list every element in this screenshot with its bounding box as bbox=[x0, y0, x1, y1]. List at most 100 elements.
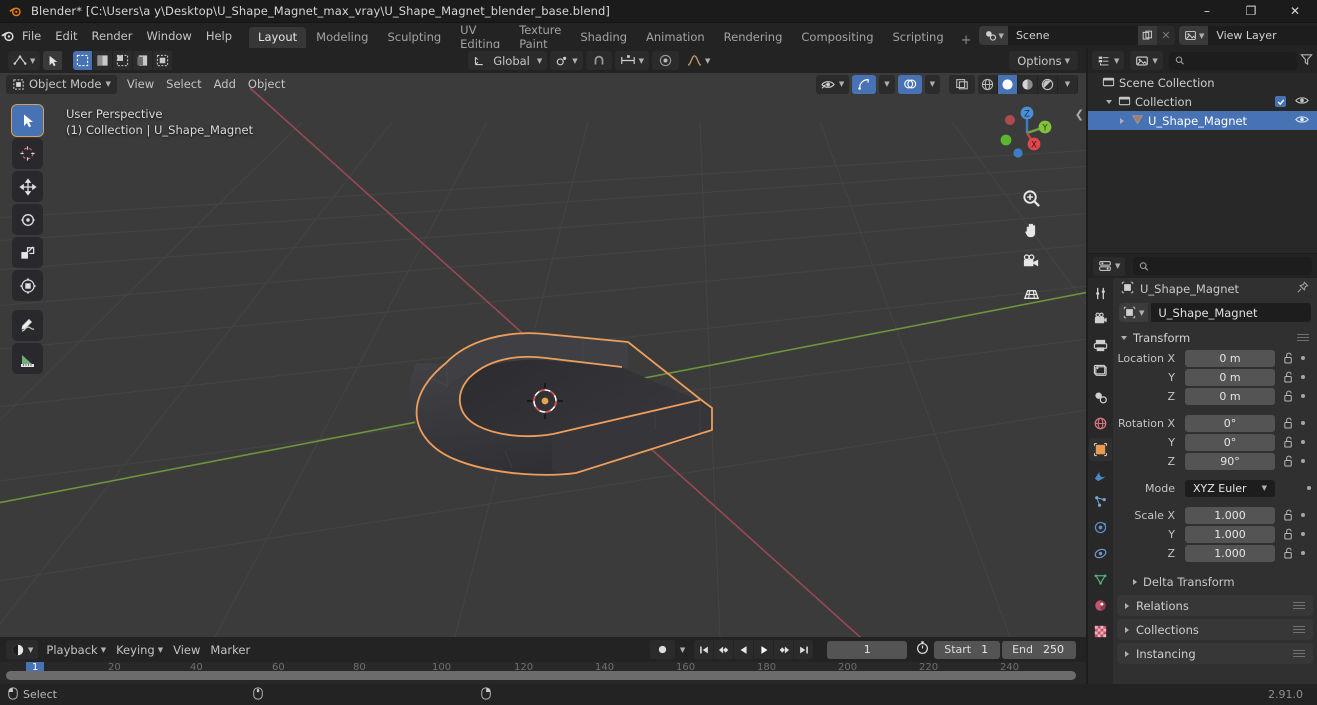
tab-shading[interactable]: Shading bbox=[571, 27, 636, 48]
tab-texture-paint[interactable]: Texture Paint bbox=[510, 23, 570, 51]
select-intersect-icon[interactable] bbox=[153, 51, 174, 70]
jump-to-start-button[interactable] bbox=[694, 640, 714, 659]
tab-modeling[interactable]: Modeling bbox=[307, 27, 377, 48]
blender-menu-icon[interactable] bbox=[0, 23, 15, 48]
view-layer-tab-icon[interactable] bbox=[1089, 360, 1112, 383]
expand-triangle-icon[interactable] bbox=[1120, 117, 1124, 124]
timeline-menu-keying[interactable]: Keying ▼ bbox=[111, 640, 168, 659]
view-layer-name-field[interactable]: View Layer bbox=[1208, 26, 1317, 45]
animate-property-dot[interactable] bbox=[1301, 440, 1305, 444]
tool-measure[interactable] bbox=[12, 343, 43, 374]
scale-z-value[interactable]: 1.000 bbox=[1185, 544, 1275, 562]
rotation-mode-value[interactable]: XYZ Euler ▼ bbox=[1185, 479, 1275, 497]
outliner-editor[interactable]: ▼ ▼ Scene Collection Collection U_Shape_… bbox=[1088, 48, 1317, 253]
rotation-x-row[interactable]: Rotation X 0° bbox=[1113, 414, 1313, 432]
viewport-menu-object[interactable]: Object bbox=[242, 75, 291, 94]
scale-x-row[interactable]: Scale X 1.000 bbox=[1113, 506, 1313, 524]
xray-toggle[interactable] bbox=[949, 74, 975, 94]
output-tab-icon[interactable] bbox=[1089, 334, 1112, 357]
scale-y-row[interactable]: Y 1.000 bbox=[1113, 525, 1313, 543]
navigation-gizmo[interactable]: Z Y X bbox=[994, 100, 1060, 166]
camera-view-icon[interactable] bbox=[1019, 250, 1044, 275]
rotation-x-value[interactable]: 0° bbox=[1185, 414, 1275, 432]
delta-transform-panel[interactable]: Delta Transform bbox=[1113, 571, 1317, 592]
animate-property-dot[interactable] bbox=[1301, 459, 1305, 463]
view-layer-icon[interactable]: ▼ bbox=[1178, 26, 1209, 45]
tool-cursor[interactable] bbox=[12, 138, 43, 169]
timeline-scrollbar[interactable] bbox=[6, 671, 1076, 680]
rotation-z-value[interactable]: 90° bbox=[1185, 452, 1275, 470]
gizmo-toggle[interactable] bbox=[852, 74, 877, 94]
interaction-mode-selector[interactable]: Object Mode ▼ bbox=[6, 74, 117, 94]
unlock-icon[interactable] bbox=[1283, 349, 1294, 368]
viewport-options-button[interactable]: Options ▼ bbox=[1009, 51, 1078, 70]
tab-compositing[interactable]: Compositing bbox=[792, 27, 882, 48]
object-tab-icon[interactable] bbox=[1089, 438, 1112, 461]
unlock-icon[interactable] bbox=[1283, 414, 1294, 433]
tool-rotate[interactable] bbox=[12, 204, 43, 235]
tab-rendering[interactable]: Rendering bbox=[715, 27, 792, 48]
unlock-icon[interactable] bbox=[1283, 387, 1294, 406]
object-name-field[interactable]: U_Shape_Magnet bbox=[1151, 303, 1311, 322]
unlock-icon[interactable] bbox=[1283, 525, 1294, 544]
pan-hand-icon[interactable] bbox=[1019, 218, 1044, 243]
filter-icon[interactable] bbox=[1300, 51, 1313, 70]
properties-editor[interactable]: ▼ U_Shape_Magnet ▼ U_Shape_Magnet Transf… bbox=[1088, 254, 1317, 684]
scene-tab-icon[interactable] bbox=[1089, 386, 1112, 409]
eye-icon[interactable] bbox=[1295, 95, 1309, 109]
minimize-button[interactable]: – bbox=[1185, 0, 1229, 23]
add-workspace-button[interactable]: + bbox=[954, 33, 979, 48]
select-box-icon[interactable] bbox=[73, 51, 94, 70]
object-id-selector[interactable]: ▼ bbox=[1119, 303, 1149, 322]
menu-edit[interactable]: Edit bbox=[48, 25, 84, 47]
constraints-tab-icon[interactable] bbox=[1089, 542, 1112, 565]
end-frame-field[interactable]: End 250 bbox=[1002, 640, 1076, 659]
outliner-search[interactable] bbox=[1168, 51, 1297, 70]
current-frame-field[interactable]: 1 bbox=[827, 640, 908, 659]
animate-property-dot[interactable] bbox=[1301, 356, 1305, 360]
shading-options[interactable]: ▼ bbox=[1058, 74, 1078, 94]
close-button[interactable]: ✕ bbox=[1273, 0, 1317, 23]
location-z-row[interactable]: Z 0 m bbox=[1113, 387, 1313, 405]
tool-annotate[interactable] bbox=[12, 310, 43, 341]
rotation-y-value[interactable]: 0° bbox=[1185, 433, 1275, 451]
rotation-y-row[interactable]: Y 0° bbox=[1113, 433, 1313, 451]
start-frame-field[interactable]: Start 1 bbox=[934, 640, 1001, 659]
new-scene-button[interactable] bbox=[1137, 26, 1157, 45]
toggle-orthographic-icon[interactable] bbox=[1019, 282, 1044, 307]
active-tool-icon[interactable] bbox=[43, 51, 64, 70]
particles-tab-icon[interactable] bbox=[1089, 490, 1112, 513]
visibility-selector[interactable]: ▼ bbox=[815, 74, 850, 94]
3d-viewport[interactable]: ▼ Global ▼ ▼ ▼ ▼ Options ▼ Object Mode ▼… bbox=[0, 48, 1086, 637]
expand-triangle-icon[interactable] bbox=[1106, 99, 1112, 104]
animate-property-dot[interactable] bbox=[1301, 375, 1305, 379]
solid-shading-icon[interactable] bbox=[998, 74, 1018, 94]
select-subtract-icon[interactable] bbox=[113, 51, 134, 70]
tab-sculpting[interactable]: Sculpting bbox=[378, 27, 450, 48]
outliner-row-u-shape-magnet[interactable]: U_Shape_Magnet bbox=[1088, 111, 1317, 130]
tool-select-box[interactable] bbox=[11, 104, 44, 137]
scale-z-row[interactable]: Z 1.000 bbox=[1113, 544, 1313, 562]
eye-icon[interactable] bbox=[1295, 114, 1309, 128]
jump-to-previous-keyframe-button[interactable] bbox=[714, 640, 734, 659]
outliner-row-collection[interactable]: Collection bbox=[1088, 92, 1317, 111]
material-tab-icon[interactable] bbox=[1089, 594, 1112, 617]
tab-scripting[interactable]: Scripting bbox=[884, 27, 953, 48]
tab-layout[interactable]: Layout bbox=[249, 27, 307, 48]
animate-property-dot[interactable] bbox=[1301, 421, 1305, 425]
sidebar-toggle-arrow[interactable]: ❮ bbox=[1075, 108, 1084, 121]
scale-y-value[interactable]: 1.000 bbox=[1185, 525, 1275, 543]
viewport-menu-add[interactable]: Add bbox=[208, 75, 242, 94]
texture-tab-icon[interactable] bbox=[1089, 620, 1112, 643]
animate-property-dot[interactable] bbox=[1301, 532, 1305, 536]
scene-name-field[interactable]: Scene bbox=[1007, 26, 1138, 45]
snap-settings[interactable]: ▼ bbox=[614, 51, 650, 70]
scene-selector[interactable]: ▼ Scene ✕ bbox=[978, 26, 1175, 45]
properties-search[interactable] bbox=[1133, 257, 1312, 275]
animate-property-dot[interactable] bbox=[1301, 551, 1305, 555]
unlock-icon[interactable] bbox=[1283, 506, 1294, 525]
rendered-shading-icon[interactable] bbox=[1038, 74, 1058, 94]
location-z-value[interactable]: 0 m bbox=[1185, 387, 1275, 405]
unlock-icon[interactable] bbox=[1283, 368, 1294, 387]
outliner-row-scene-collection[interactable]: Scene Collection bbox=[1088, 73, 1317, 92]
